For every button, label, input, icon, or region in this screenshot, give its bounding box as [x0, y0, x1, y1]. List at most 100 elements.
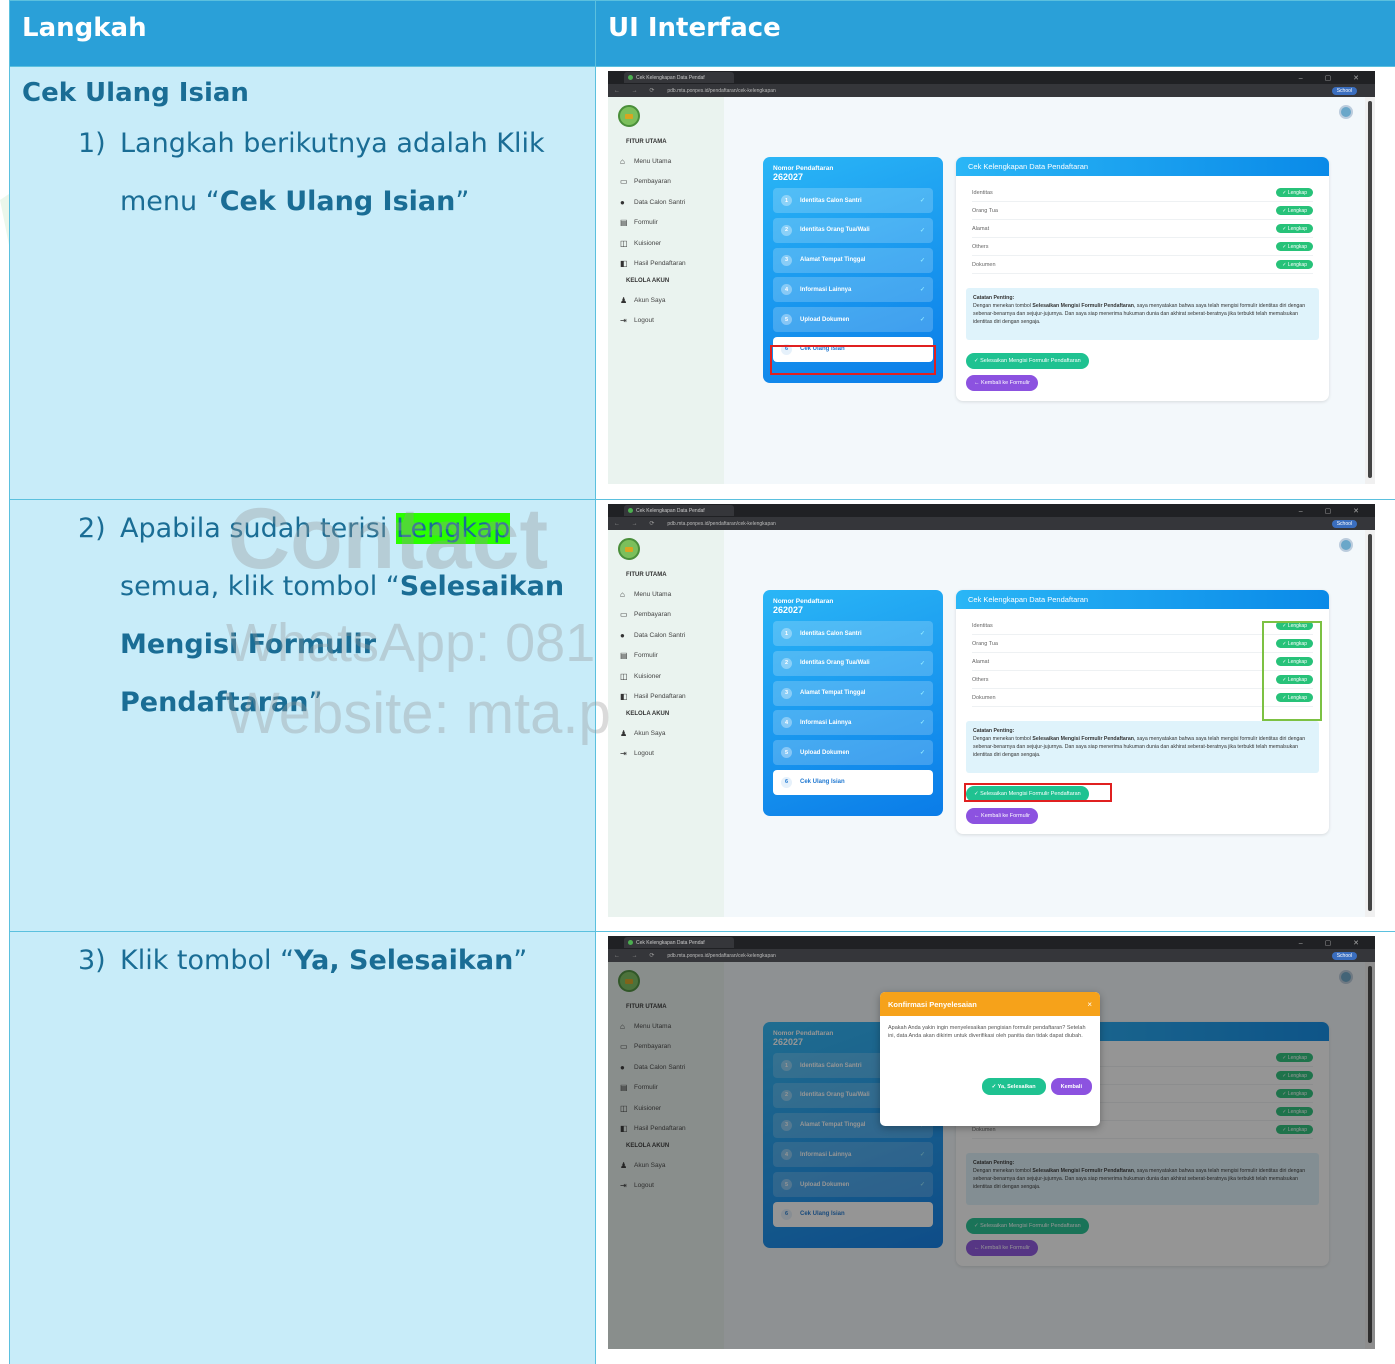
- step-line: Apabila sudah terisi Lengkap: [120, 500, 583, 558]
- note-title: Catatan Penting:: [973, 295, 1015, 301]
- scrollbar[interactable]: [1365, 97, 1375, 484]
- step-button-1[interactable]: 1 Identitas Calon Santri ✓: [773, 621, 933, 646]
- step-badge: 2: [781, 224, 792, 236]
- sidebar-item-label: Kuisioner: [634, 239, 662, 247]
- detail-card-title: Cek Kelengkapan Data Pendaftaran: [956, 590, 1329, 609]
- sidebar-item-kuisioner[interactable]: ◫ Kuisioner: [616, 233, 716, 254]
- sidebar-item-kuisioner[interactable]: ◫ Kuisioner: [616, 666, 716, 687]
- url-field[interactable]: pdb.mta.ponpes.id/pendaftaran/cek-keleng…: [667, 521, 775, 527]
- check-icon: ✓: [919, 257, 925, 264]
- nav-icons[interactable]: ← → ⟳: [614, 87, 659, 94]
- step-button-5[interactable]: 5 Upload Dokumen ✓: [773, 740, 933, 766]
- check-icon: ✓: [919, 198, 925, 204]
- sidebar-item-pembayaran[interactable]: ▭ Pembayaran: [616, 172, 716, 193]
- step-text: Klik tombol “Ya, Selesaikan”: [120, 932, 527, 990]
- sidebar-item-formulir[interactable]: ▤ Formulir: [616, 213, 716, 234]
- step-label: Alamat Tempat Tinggal: [800, 257, 866, 264]
- sidebar-item-label: Data Calon Santri: [634, 631, 686, 639]
- app-area: FITUR UTAMA ⌂ Menu Utama ▭ Pembayaran ● Dat…: [608, 530, 1365, 917]
- window-controls[interactable]: – ▢ ✕: [1299, 507, 1369, 515]
- check-icon: ✓: [919, 720, 925, 727]
- list-item: Identitas ✓ Lengkap: [972, 184, 1313, 202]
- step-button-6[interactable]: 6 Cek Ulang Isian: [773, 769, 933, 795]
- url-field[interactable]: pdb.mta.ponpes.id/pendaftaran/cek-keleng…: [667, 953, 775, 959]
- step-label: Alamat Tempat Tinggal: [800, 690, 866, 697]
- profile-button[interactable]: School: [1331, 519, 1357, 528]
- row-label: Others: [972, 676, 989, 683]
- close-icon[interactable]: ×: [1087, 1000, 1092, 1009]
- row-label: Identitas: [972, 622, 993, 629]
- browser-tab[interactable]: Cek Kelengkapan Data Pendaf: [624, 937, 734, 948]
- browser-addressbar: ← → ⟳ pdb.mta.ponpes.id/pendaftaran/cek-…: [608, 949, 1375, 962]
- avatar[interactable]: [1339, 105, 1353, 119]
- sidebar-item-logout[interactable]: ⇥ Logout: [616, 744, 716, 765]
- check-icon: ✓: [919, 750, 925, 757]
- scrollbar[interactable]: [1365, 530, 1375, 917]
- row-label: Orang Tua: [972, 207, 998, 214]
- step-line: Langkah berikutnya adalah Klik: [120, 128, 545, 159]
- note-text: Dengan menekan tombol: [973, 303, 1033, 309]
- profile-button[interactable]: School: [1331, 86, 1357, 95]
- sidebar-item-pembayaran[interactable]: ▭ Pembayaran: [616, 605, 716, 626]
- sidebar-item-akun[interactable]: ♟ Akun Saya: [616, 290, 716, 311]
- finish-form-button[interactable]: ✓ Selesaikan Mengisi Formulir Pendaftara…: [966, 353, 1089, 369]
- sidebar-item-formulir[interactable]: ▤ Formulir: [616, 646, 716, 667]
- check-icon: ✓: [919, 317, 925, 324]
- avatar[interactable]: [1339, 538, 1353, 552]
- window-controls[interactable]: – ▢ ✕: [1299, 939, 1369, 947]
- sidebar-item-logout[interactable]: ⇥ Logout: [616, 311, 716, 332]
- sidebar-item-hasil[interactable]: ◧ Hasil Pendaftaran: [616, 687, 716, 708]
- header-steps: Langkah: [9, 0, 596, 67]
- list-item: Others ✓ Lengkap: [972, 238, 1313, 256]
- logo-icon: [618, 538, 640, 560]
- nav-icons[interactable]: ← → ⟳: [614, 952, 659, 959]
- step-number: 1): [78, 128, 106, 159]
- sidebar-item-menu-utama[interactable]: ⌂ Menu Utama: [616, 151, 716, 172]
- user-icon: ●: [620, 630, 625, 640]
- sidebar-item-menu-utama[interactable]: ⌂ Menu Utama: [616, 584, 716, 605]
- row-label: Dokumen: [972, 261, 996, 268]
- step-button-5[interactable]: 5 Upload Dokumen ✓: [773, 307, 933, 333]
- sidebar-item-label: Pembayaran: [634, 178, 671, 186]
- browser-tab[interactable]: Cek Kelengkapan Data Pendaf: [624, 72, 734, 83]
- row-label: Orang Tua: [972, 640, 998, 647]
- step-2: 2) Apabila sudah terisi Lengkap semua, k…: [22, 500, 583, 732]
- row-label: Alamat: [972, 658, 990, 665]
- cancel-button[interactable]: Kembali: [1050, 1078, 1092, 1095]
- note-text: Dengan menekan tombol: [973, 736, 1033, 742]
- step-button-1[interactable]: 1 Identitas Calon Santri ✓: [773, 188, 933, 213]
- sidebar-item-data-calon-santri[interactable]: ● Data Calon Santri: [616, 192, 716, 213]
- check-icon: ✓: [919, 660, 925, 667]
- user-icon: ●: [620, 197, 625, 207]
- sidebar-item-data-calon-santri[interactable]: ● Data Calon Santri: [616, 625, 716, 646]
- step-badge: 2: [781, 657, 792, 669]
- step-button-2[interactable]: 2 Identitas Orang Tua/Wali ✓: [773, 217, 933, 243]
- step-button-3[interactable]: 3 Alamat Tempat Tinggal ✓: [773, 247, 933, 273]
- step-button-4[interactable]: 4 Informasi Lainnya ✓: [773, 277, 933, 303]
- sidebar-item-label: Data Calon Santri: [634, 198, 686, 206]
- check-icon: ✓: [919, 690, 925, 697]
- sidebar-item-hasil[interactable]: ◧ Hasil Pendaftaran: [616, 254, 716, 275]
- window-controls[interactable]: – ▢ ✕: [1299, 74, 1369, 82]
- step-button-4[interactable]: 4 Informasi Lainnya ✓: [773, 710, 933, 736]
- profile-button[interactable]: School: [1331, 951, 1357, 960]
- back-to-form-button[interactable]: ← Kembali ke Formulir: [966, 808, 1038, 824]
- browser-tab[interactable]: Cek Kelengkapan Data Pendaf: [624, 505, 734, 516]
- completeness-list: Identitas ✓ Lengkap Orang Tua ✓ Lengkap Al…: [972, 184, 1313, 274]
- step-button-2[interactable]: 2 Identitas Orang Tua/Wali ✓: [773, 650, 933, 676]
- steps-card: Nomor Pendaftaran 262027 1 Identitas Calo…: [763, 590, 943, 816]
- important-note: Catatan Penting: Dengan menekan tombol Se…: [966, 721, 1319, 773]
- step-badge: 5: [781, 314, 792, 326]
- sidebar-section-main: FITUR UTAMA: [626, 572, 667, 578]
- nav-icons[interactable]: ← → ⟳: [614, 520, 659, 527]
- step-button-3[interactable]: 3 Alamat Tempat Tinggal ✓: [773, 680, 933, 706]
- step-line: semua, klik tombol “Selesaikan: [120, 558, 583, 616]
- sidebar-item-akun[interactable]: ♟ Akun Saya: [616, 723, 716, 744]
- step-label: Upload Dokumen: [800, 316, 850, 323]
- confirm-finish-button[interactable]: ✓ Ya, Selesaikan: [981, 1078, 1046, 1095]
- step-3: 3) Klik tombol “Ya, Selesaikan”: [22, 932, 583, 990]
- step-section-title: Cek Ulang Isian: [22, 78, 249, 108]
- detail-card: Cek Kelengkapan Data Pendaftaran Identit…: [956, 157, 1329, 401]
- back-to-form-button[interactable]: ← Kembali ke Formulir: [966, 375, 1038, 391]
- url-field[interactable]: pdb.mta.ponpes.id/pendaftaran/cek-keleng…: [667, 88, 775, 94]
